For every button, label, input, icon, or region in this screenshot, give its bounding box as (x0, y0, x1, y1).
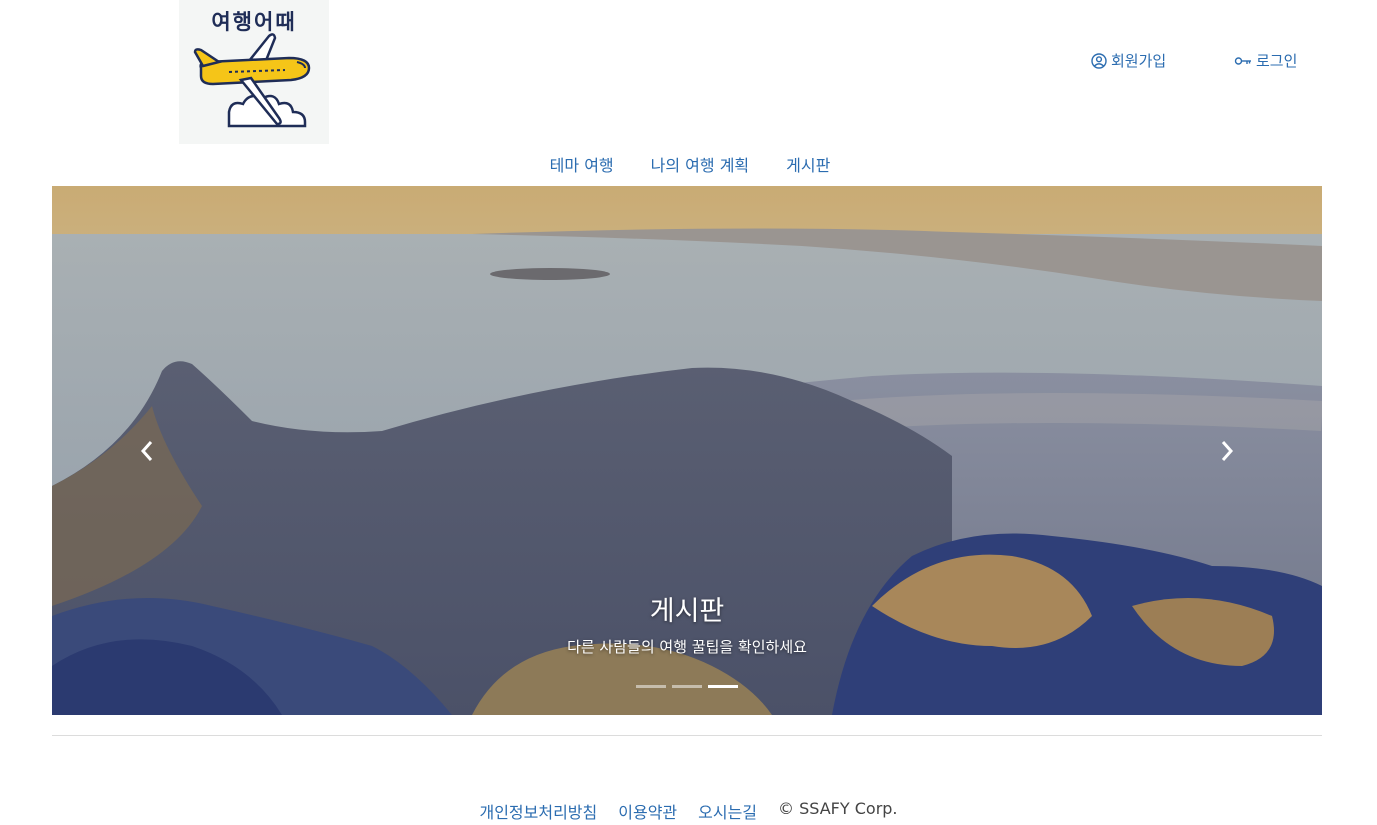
signup-link[interactable]: 회원가입 (1091, 50, 1166, 71)
page: 여행어때 회원가입 로그인 테마 여행 나의 여행 계획 게시판 게시판 다른 … (0, 0, 1377, 825)
carousel-next-button[interactable] (1212, 436, 1242, 466)
carousel-indicator-2[interactable] (672, 685, 702, 688)
footer-copyright: © SSAFY Corp. (778, 799, 898, 818)
nav-board[interactable]: 게시판 (783, 152, 830, 176)
nav-theme-travel[interactable]: 테마 여행 (547, 152, 614, 176)
hero-carousel: 게시판 다른 사람들의 여행 꿀팁을 확인하세요 (52, 186, 1322, 715)
carousel-indicator-1[interactable] (636, 685, 666, 688)
airplane-icon (193, 33, 311, 128)
main-nav: 테마 여행 나의 여행 계획 게시판 (0, 152, 1377, 176)
login-link[interactable]: 로그인 (1234, 50, 1297, 71)
user-circle-icon (1091, 52, 1107, 69)
footer: 개인정보처리방침 이용약관 오시는길 © SSAFY Corp. (0, 799, 1377, 823)
footer-divider (52, 735, 1322, 736)
carousel-indicator-3[interactable] (708, 685, 738, 688)
carousel-indicators (52, 685, 1322, 688)
login-label: 로그인 (1256, 52, 1298, 70)
footer-privacy-link[interactable]: 개인정보처리방침 (479, 799, 597, 823)
carousel-caption-title: 게시판 (649, 596, 725, 627)
chevron-right-icon (1221, 441, 1234, 461)
key-icon (1234, 54, 1252, 68)
signup-label: 회원가입 (1111, 52, 1167, 70)
carousel-prev-button[interactable] (132, 436, 162, 466)
footer-directions-link[interactable]: 오시는길 (698, 799, 757, 823)
site-logo[interactable]: 여행어때 (179, 0, 329, 144)
chevron-left-icon (140, 441, 153, 461)
footer-terms-link[interactable]: 이용약관 (618, 799, 677, 823)
carousel-caption-subtitle: 다른 사람들의 여행 꿀팁을 확인하세요 (567, 638, 807, 656)
nav-my-plan[interactable]: 나의 여행 계획 (648, 152, 750, 176)
